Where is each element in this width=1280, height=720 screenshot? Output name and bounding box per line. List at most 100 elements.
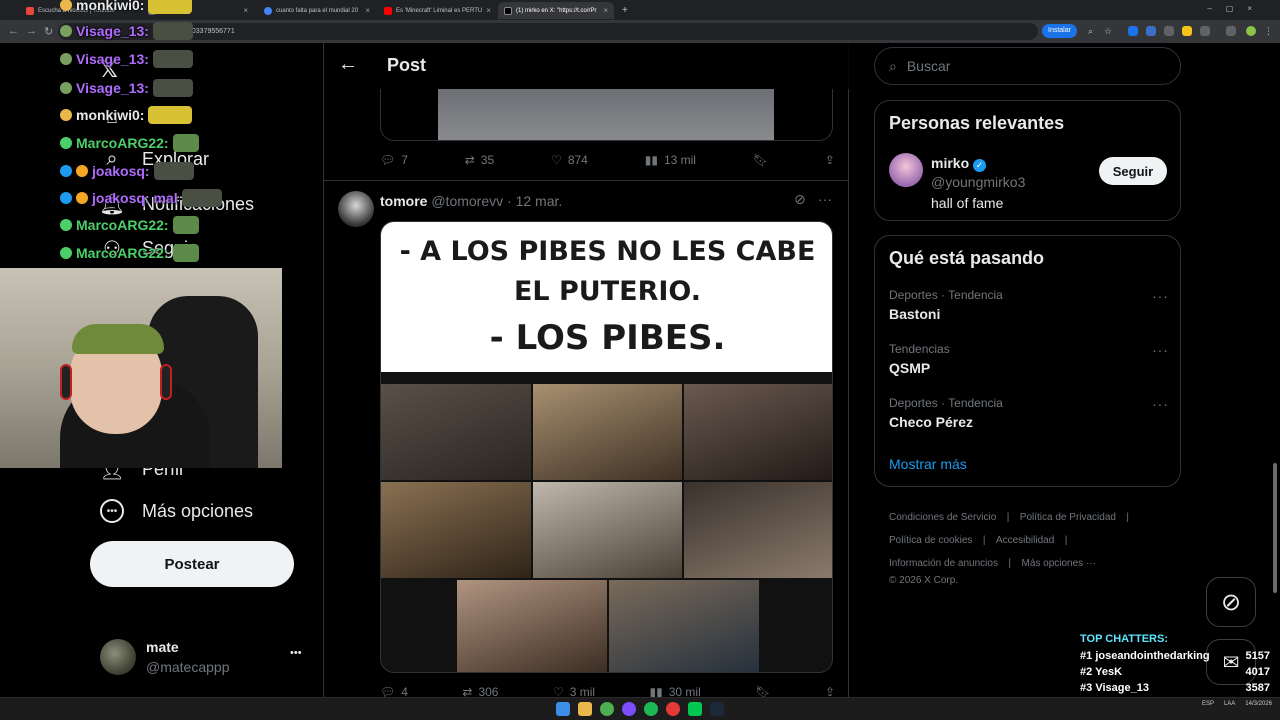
share-button[interactable]: ⇪ — [825, 685, 835, 697]
views-button[interactable]: ▮▮ 13 mil — [645, 153, 696, 167]
follow-button[interactable]: Seguir — [1099, 157, 1167, 185]
more-icon[interactable]: ••• — [290, 647, 302, 659]
close-tab-icon[interactable]: × — [486, 6, 491, 15]
steam-icon[interactable] — [710, 702, 724, 716]
trend-item[interactable]: Tendencias QSMP ··· — [889, 342, 1169, 376]
search-input[interactable]: ⌕ Buscar — [874, 47, 1181, 85]
like-count: 3 mil — [569, 685, 596, 697]
app-icon[interactable] — [666, 702, 680, 716]
profile-avatar[interactable] — [1246, 26, 1256, 36]
reply-count: 7 — [401, 153, 408, 167]
x-logo-icon — [504, 6, 512, 15]
profile-handle[interactable]: @youngmirko3 — [931, 174, 1025, 190]
tweet-actions: 💬︎ 4 ⇄ 306 ♡ 3 mil ▮▮ 30 mil 🔖︎ ⇪ — [380, 685, 835, 697]
tab-title: Es 'Minecraft' Liminal es PERTU — [396, 7, 483, 14]
file-explorer-icon[interactable] — [578, 702, 592, 716]
repost-button[interactable]: ⇄ 306 — [462, 685, 498, 697]
zoom-icon[interactable]: ⌕ — [1088, 26, 1098, 36]
spotify-icon[interactable] — [644, 702, 658, 716]
views-button[interactable]: ▮▮ 30 mil — [650, 685, 701, 697]
close-tab-icon[interactable]: × — [603, 6, 608, 15]
trend-item[interactable]: Deportes · Tendencia Checo Pérez ··· — [889, 396, 1169, 430]
clock-date[interactable]: 14/3/2026 — [1245, 701, 1272, 707]
repost-button[interactable]: ⇄ 35 — [465, 153, 494, 167]
reply-button[interactable]: 💬︎ 7 — [380, 153, 408, 167]
tweet-author-avatar[interactable] — [338, 191, 374, 227]
bookmark-button[interactable]: 🔖︎ — [753, 153, 768, 167]
scrollbar[interactable] — [1273, 463, 1277, 593]
trend-more-icon[interactable]: ··· — [1152, 396, 1169, 412]
meme-line: - LOS PIBES. — [489, 318, 726, 358]
profile-name[interactable]: mirko ✓ — [931, 155, 987, 172]
top-chatters-title: TOP CHATTERS: — [1080, 633, 1169, 645]
extension-icon[interactable] — [1182, 26, 1192, 36]
trend-more-icon[interactable]: ··· — [1152, 288, 1169, 304]
chat-badge-icon — [60, 109, 72, 121]
language-indicator[interactable]: ESP — [1202, 701, 1214, 707]
trend-more-icon[interactable]: ··· — [1152, 342, 1169, 358]
meme-photo — [533, 482, 682, 578]
like-button[interactable]: ♡ 3 mil — [553, 685, 595, 697]
account-switcher[interactable]: mate @matecappp ••• — [100, 639, 310, 679]
bookmark-button[interactable]: 🔖︎ — [755, 685, 770, 697]
footer-link[interactable]: Política de Privacidad — [1020, 512, 1116, 523]
share-button[interactable]: ⇪ — [825, 153, 835, 167]
bookmark-icon: 🔖︎ — [752, 153, 769, 167]
sidepanel-icon[interactable] — [1226, 26, 1236, 36]
close-tab-icon[interactable]: × — [365, 6, 370, 15]
reload-icon[interactable]: ↻ — [44, 25, 53, 38]
footer-link[interactable]: Más opciones ··· — [1021, 558, 1095, 569]
grok-button[interactable]: ⊘ — [1206, 577, 1256, 627]
new-tab-button[interactable]: + — [616, 2, 630, 19]
top-chatter-row: #3 Visage_13 3587 — [1080, 680, 1270, 696]
extensions-puzzle-icon[interactable] — [1200, 26, 1210, 36]
tweet-more-icon[interactable]: ··· — [818, 191, 832, 207]
bookmark-star-icon[interactable]: ☆ — [1104, 26, 1114, 36]
repost-icon: ⇄ — [462, 685, 473, 697]
window-controls[interactable]: –▢× — [1207, 4, 1266, 13]
tweet-author-name[interactable]: tomore — [380, 193, 427, 209]
chatter-name: Visage_13 — [1095, 682, 1149, 694]
extension-icon[interactable] — [1146, 26, 1156, 36]
post-button[interactable]: Postear — [90, 541, 294, 587]
chatter-rank: #1 — [1080, 650, 1093, 662]
tweet-author-handle[interactable]: @tomorevv — [431, 193, 503, 209]
copyright-text: © 2026 X Corp. — [889, 575, 959, 586]
start-icon[interactable] — [556, 702, 570, 716]
extension-icon[interactable] — [1164, 26, 1174, 36]
grok-icon[interactable]: ⊘ — [794, 191, 806, 208]
chat-username: joakosq: mal — [92, 190, 178, 206]
search-placeholder: Buscar — [906, 58, 951, 74]
app-icon[interactable] — [688, 702, 702, 716]
chrome-icon[interactable] — [600, 702, 614, 716]
tweet-media-image[interactable]: - A LOS PIBES NO LES CABE EL PUTERIO. - … — [380, 221, 833, 673]
browser-menu-icon[interactable]: ⋮ — [1264, 26, 1274, 36]
install-button[interactable]: Instalar — [1042, 24, 1077, 38]
views-icon: ▮▮ — [649, 685, 663, 697]
footer-links: Condiciones de Servicio | Política de Pr… — [889, 505, 1179, 588]
tweet-date[interactable]: · 12 mar. — [507, 193, 562, 209]
like-count: 874 — [567, 153, 588, 167]
post-header: ← Post — [324, 43, 849, 89]
nav-more-options[interactable]: ••• Más opciones — [100, 499, 253, 523]
like-button[interactable]: ♡ 874 — [551, 153, 588, 167]
forward-icon[interactable]: → — [26, 25, 37, 37]
trend-item[interactable]: Deportes · Tendencia Bastoni ··· — [889, 288, 1169, 322]
discord-icon[interactable] — [622, 702, 636, 716]
footer-link[interactable]: Condiciones de Servicio — [889, 512, 996, 523]
footer-link[interactable]: Accesibilidad — [996, 535, 1054, 546]
extension-icon[interactable] — [1128, 26, 1138, 36]
footer-link[interactable]: Política de cookies — [889, 535, 972, 546]
heart-icon: ♡ — [552, 685, 564, 697]
back-icon[interactable]: ← — [8, 25, 19, 37]
avatar[interactable] — [889, 153, 923, 187]
reply-button[interactable]: 💬︎ 4 — [380, 685, 408, 697]
show-more-link[interactable]: Mostrar más — [889, 456, 967, 472]
keyboard-layout[interactable]: LAA — [1224, 701, 1235, 707]
browser-tab[interactable]: Es 'Minecraft' Liminal es PERTU × — [378, 2, 496, 19]
footer-link[interactable]: Información de anuncios — [889, 558, 998, 569]
browser-tab-active[interactable]: (1) mirko en X: "https://t.co/rPr × — [498, 2, 614, 19]
chat-message: Visage_13: — [60, 50, 193, 68]
back-arrow-icon[interactable]: ← — [338, 53, 358, 76]
repost-count: 35 — [480, 153, 495, 167]
